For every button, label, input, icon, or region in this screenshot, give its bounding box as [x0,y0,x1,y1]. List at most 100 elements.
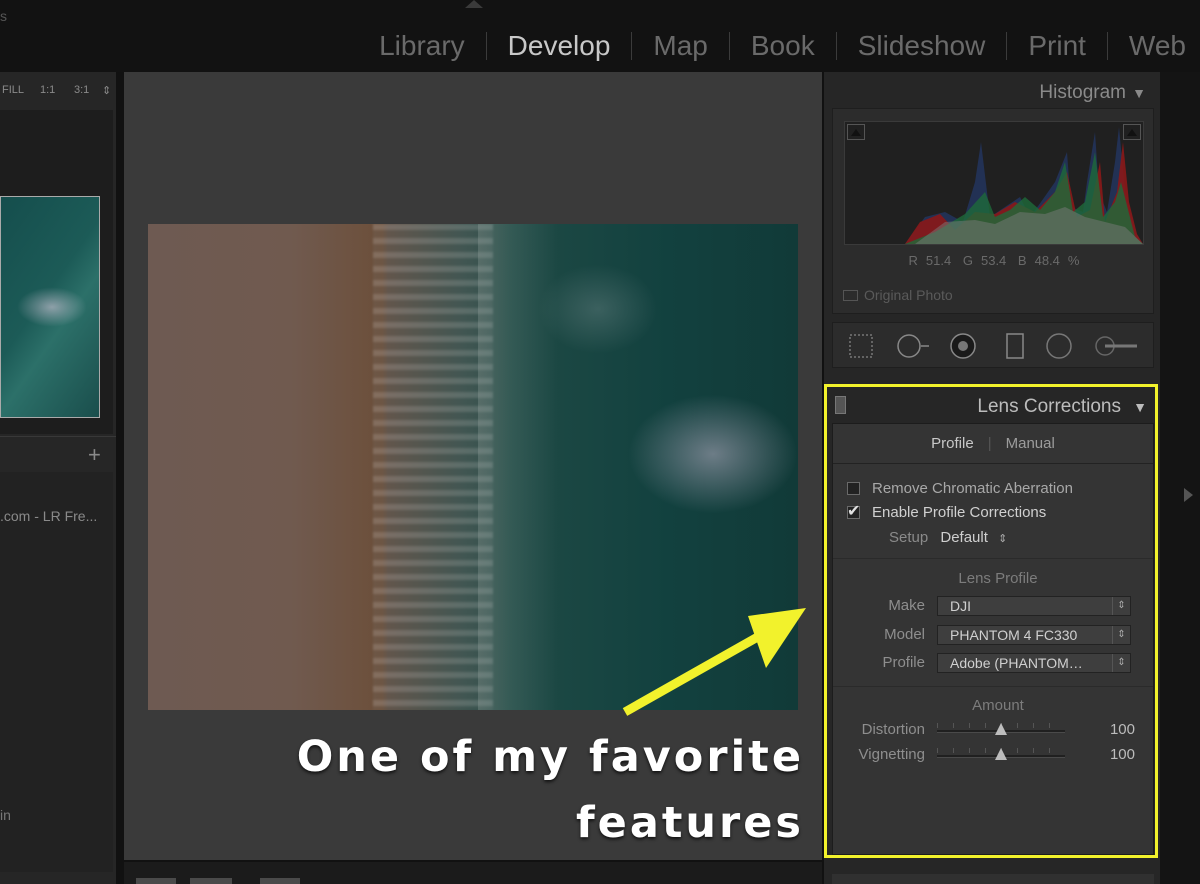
model-label: Model [884,626,925,643]
setup-label: Setup [889,529,929,546]
lens-corrections-header[interactable]: Lens Corrections ▼ [827,387,1155,425]
view-before-after-button[interactable] [190,878,232,884]
right-panel: Histogram ▼ R 51.4 G 53.4 B 48.4% Original … [824,72,1176,884]
g-value: 53.4 [980,253,1007,268]
setup-updown-icon[interactable]: ⇕ [998,533,1007,545]
identity-plate-fragment: s [0,8,7,24]
percent-unit: % [1067,253,1080,268]
red-eye-icon[interactable] [949,332,977,360]
vignetting-value[interactable]: 100 [1089,746,1135,763]
divider [833,686,1153,687]
view-compare-button[interactable] [260,878,300,884]
lens-corrections-title: Lens Corrections [977,396,1121,417]
navigator-header: FILL 1:1 3:1 ⇕ [0,80,116,102]
zoom-fill-option[interactable]: FILL [2,84,24,96]
model-updown-icon: ⇕ [1112,626,1130,644]
profile-updown-icon: ⇕ [1112,654,1130,672]
adjustment-brush-icon[interactable] [1091,332,1141,360]
r-value: 51.4 [925,253,952,268]
setup-dropdown[interactable]: Default [940,529,988,546]
left-panel: FILL 1:1 3:1 ⇕ + .com - LR Fre... in [0,72,116,884]
histogram-title: Histogram [1039,82,1126,103]
collapse-top-panel-icon[interactable] [465,0,483,8]
photo-surf [373,224,493,710]
amount-title: Amount [972,697,1024,714]
zoom-menu-icon[interactable]: ⇕ [102,84,111,97]
distortion-value[interactable]: 100 [1089,721,1135,738]
lens-corrections-body: Profile | Manual Remove Chromatic Aberrati… [832,423,1154,855]
vignetting-slider-knob[interactable] [995,748,1007,760]
original-photo-checkbox[interactable] [843,290,858,301]
caption-line-1: One of my favorite features [296,732,804,848]
histogram-curves [905,127,1143,244]
make-value: DJI [950,598,971,614]
photo-water-highlight [538,264,658,354]
spot-removal-icon[interactable] [895,332,931,360]
collections-list [0,472,113,872]
g-label: G [962,253,973,268]
profile-value: Adobe (PHANTOM… [950,655,1083,671]
collapse-arrow-icon[interactable]: ▼ [1133,399,1147,415]
lens-corrections-panel: Lens Corrections ▼ Profile | Manual Remove… [824,384,1158,858]
divider [833,558,1153,559]
module-library[interactable]: Library [358,32,486,60]
make-label: Make [888,597,925,614]
model-value: PHANTOM 4 FC330 [950,627,1078,643]
module-develop[interactable]: Develop [485,32,632,60]
vignetting-slider[interactable] [937,748,1065,761]
module-picker-bar: s Library Develop Map Book Slideshow Pri… [0,0,1200,72]
module-web[interactable]: Web [1106,32,1186,60]
vignetting-label: Vignetting [858,746,925,763]
module-book[interactable]: Book [728,32,836,60]
module-map[interactable]: Map [631,32,728,60]
add-collection-icon[interactable]: + [88,442,101,468]
remove-chromatic-aberration-label: Remove Chromatic Aberration [872,480,1073,497]
right-edge-strip [1160,72,1200,884]
main-photo[interactable] [148,224,798,710]
zoom-1-1-option[interactable]: 1:1 [40,84,55,96]
lens-corrections-tabs: Profile | Manual [833,424,1153,464]
zoom-3-1-option[interactable]: 3:1 [74,84,89,96]
module-print[interactable]: Print [1006,32,1107,60]
histogram-panel: R 51.4 G 53.4 B 48.4% Original Photo [832,108,1154,314]
distortion-slider-knob[interactable] [995,723,1007,735]
graduated-filter-icon[interactable] [1001,332,1029,360]
histogram-graph[interactable] [844,121,1144,245]
r-label: R [908,253,918,268]
model-dropdown[interactable]: PHANTOM 4 FC330 ⇕ [937,625,1131,645]
setup-row: Setup Default ⇕ [889,529,1007,546]
enable-profile-corrections-checkbox[interactable] [847,501,860,521]
module-slideshow[interactable]: Slideshow [835,32,1007,60]
remove-chromatic-aberration-option[interactable]: Remove Chromatic Aberration [847,480,1073,497]
collection-item-partial[interactable]: in [0,807,11,823]
radial-filter-icon[interactable] [1045,332,1073,360]
reset-buttons-bar[interactable] [832,874,1154,884]
tool-strip [832,322,1154,368]
navigator-preview[interactable] [0,110,113,434]
enable-profile-corrections-option[interactable]: Enable Profile Corrections [847,501,1047,521]
collapse-right-panel-icon[interactable] [1184,488,1193,502]
navigator-thumbnail[interactable] [0,196,100,418]
tab-profile[interactable]: Profile [917,435,988,452]
profile-label: Profile [882,654,925,671]
collection-item[interactable]: .com - LR Fre... [0,508,97,524]
module-list: Library Develop Map Book Slideshow Print… [358,26,1186,66]
view-loupe-button[interactable] [136,878,176,884]
distortion-label: Distortion [861,721,925,738]
remove-chromatic-aberration-checkbox[interactable] [847,482,860,495]
collapse-arrow-icon[interactable]: ▼ [1132,85,1146,101]
b-label: B [1017,253,1027,268]
make-dropdown[interactable]: DJI ⇕ [937,596,1131,616]
distortion-slider[interactable] [937,723,1065,736]
toolbar [124,862,822,884]
histogram-header[interactable]: Histogram ▼ [832,74,1154,110]
b-value: 48.4 [1034,253,1060,268]
enable-profile-corrections-label: Enable Profile Corrections [872,504,1047,521]
original-photo-toggle[interactable]: Original Photo [843,287,953,303]
crop-overlay-icon[interactable] [847,332,875,360]
histogram-rgb-readout: R 51.4 G 53.4 B 48.4% [833,253,1155,268]
image-canvas: One of my favorite features inside Adobe… [124,72,822,884]
profile-dropdown[interactable]: Adobe (PHANTOM… ⇕ [937,653,1131,673]
panel-switch-icon[interactable] [835,396,846,414]
tab-manual[interactable]: Manual [992,435,1069,452]
